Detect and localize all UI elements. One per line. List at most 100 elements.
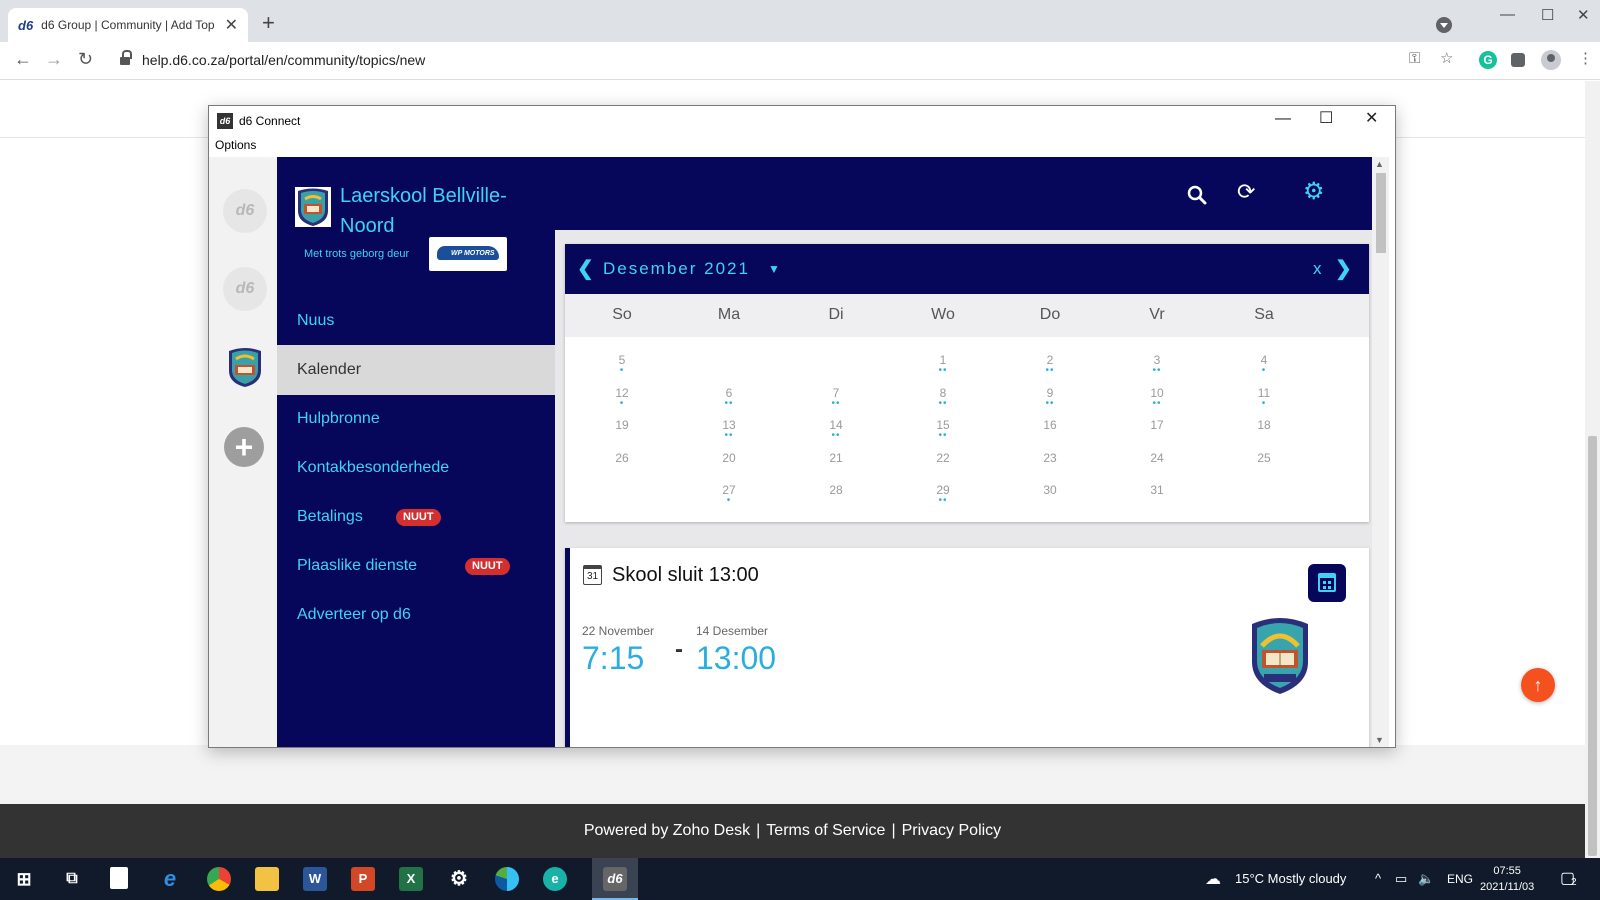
tray-chevron-up-icon[interactable]: ^ — [1375, 871, 1381, 886]
page-scrollbar[interactable] — [1585, 81, 1600, 858]
calendar-month-label[interactable]: Desember 2021 — [603, 259, 750, 279]
tab-close-icon[interactable]: ✕ — [225, 15, 238, 35]
calendar-day[interactable]: 1 •• — [888, 353, 998, 376]
close-icon[interactable]: ✕ — [1577, 6, 1590, 24]
search-icon[interactable] — [1187, 185, 1207, 205]
window-minimize-icon[interactable]: — — [1275, 111, 1291, 127]
calendar-day[interactable]: 3 •• — [1102, 353, 1212, 376]
language-indicator[interactable]: ENG — [1447, 872, 1473, 886]
calendar-day[interactable]: 30 — [995, 483, 1105, 504]
calendar-day[interactable]: 26 — [567, 451, 677, 472]
footer-powered-link[interactable]: Powered by Zoho Desk — [584, 822, 750, 839]
calendar-day[interactable]: 21 — [781, 451, 891, 472]
nav-item-plaaslike-dienste[interactable]: Plaaslike dienste NUUT — [277, 541, 555, 591]
calendar-day[interactable]: 10 •• — [1102, 386, 1212, 409]
sponsor-logo[interactable]: WP MOTORS — [429, 237, 507, 271]
extensions-puzzle-icon[interactable] — [1511, 53, 1525, 67]
nav-item-kontakbesonderhede[interactable]: Kontakbesonderhede — [277, 443, 555, 493]
calendar-day[interactable]: 23 — [995, 451, 1105, 472]
calendar-day[interactable]: 11 • — [1209, 386, 1319, 409]
back-arrow-icon[interactable]: ← — [14, 50, 32, 68]
calendar-day[interactable]: 15 •• — [888, 418, 998, 441]
weather-text[interactable]: 15°C Mostly cloudy — [1235, 871, 1346, 886]
chevron-down-icon[interactable]: ▼ — [768, 262, 780, 276]
nav-item-betalings[interactable]: Betalings NUUT — [277, 492, 555, 542]
forward-arrow-icon[interactable]: → — [45, 50, 63, 68]
file-icon[interactable] — [110, 867, 128, 889]
calendar-day[interactable]: 31 — [1102, 483, 1212, 504]
star-icon[interactable]: ☆ — [1440, 51, 1453, 66]
weather-cloud-icon[interactable]: ☁ — [1205, 869, 1221, 889]
grammarly-icon[interactable]: G — [1479, 51, 1497, 69]
page-scrollbar-thumb[interactable] — [1588, 436, 1597, 856]
event-card[interactable]: 31 Skool sluit 13:00 22 November 7:15 - … — [565, 548, 1369, 747]
calendar-day[interactable]: 13 •• — [674, 418, 784, 441]
calendar-day[interactable]: 4 • — [1209, 353, 1319, 376]
volume-icon[interactable]: 🔈 — [1418, 871, 1434, 887]
panel-scrollbar-thumb[interactable] — [1376, 173, 1386, 253]
calendar-day[interactable]: 19 — [567, 418, 677, 439]
calendar-day[interactable]: 29 •• — [888, 483, 998, 506]
lock-icon[interactable] — [120, 50, 132, 66]
nav-item-adverteer[interactable]: Adverteer op d6 — [277, 590, 555, 640]
refresh-icon[interactable]: ⟳ — [1237, 181, 1255, 203]
calendar-day[interactable]: 8 •• — [888, 386, 998, 409]
chevron-right-icon[interactable]: ❯ — [1335, 256, 1352, 281]
settings-icon[interactable]: ⚙ — [447, 867, 471, 891]
system-clock[interactable]: 07:55 2021/11/03 — [1480, 863, 1534, 895]
kebab-menu-icon[interactable]: ⋮ — [1578, 51, 1593, 66]
calendar-day[interactable]: 14 •• — [781, 418, 891, 441]
excel-icon[interactable]: X — [399, 867, 423, 891]
school-crest-icon[interactable] — [227, 347, 263, 387]
panel-scrollbar[interactable]: ▲ ▼ — [1372, 157, 1389, 747]
menu-options[interactable]: Options — [215, 138, 256, 152]
calendar-day[interactable]: 16 — [995, 418, 1105, 439]
word-icon[interactable]: W — [303, 867, 327, 891]
gear-icon[interactable]: ⚙ — [1303, 180, 1325, 204]
rail-d6-button[interactable]: d6 — [223, 189, 267, 233]
profile-avatar-icon[interactable] — [1541, 50, 1561, 70]
chrome-icon[interactable] — [207, 867, 231, 891]
scroll-down-icon[interactable]: ▼ — [1375, 735, 1384, 745]
calendar-day[interactable]: 9 •• — [995, 386, 1105, 409]
calendar-day[interactable]: 24 — [1102, 451, 1212, 472]
app-e-icon[interactable]: e — [543, 867, 567, 891]
address-bar[interactable]: help.d6.co.za/portal/en/community/topics… — [142, 52, 425, 68]
calendar-day[interactable]: 20 — [674, 451, 784, 472]
add-to-calendar-button[interactable] — [1308, 564, 1346, 602]
minimize-icon[interactable]: — — [1500, 6, 1515, 23]
add-school-icon[interactable]: + — [224, 427, 264, 467]
edge-icon[interactable] — [495, 867, 519, 891]
calendar-day[interactable]: 22 — [888, 451, 998, 472]
window-maximize-icon[interactable]: ☐ — [1319, 111, 1333, 127]
calendar-day[interactable]: 5 • — [567, 353, 677, 376]
scroll-up-icon[interactable]: ▲ — [1375, 159, 1384, 169]
calendar-day[interactable]: 6 •• — [674, 386, 784, 409]
calendar-day[interactable]: 12 • — [567, 386, 677, 409]
task-view-icon[interactable]: ⧉ — [60, 867, 84, 891]
new-tab-icon[interactable]: + — [262, 12, 275, 34]
maximize-icon[interactable]: ☐ — [1541, 6, 1554, 24]
nav-item-kalender[interactable]: Kalender — [277, 345, 555, 395]
calendar-close-button[interactable]: x — [1313, 259, 1322, 279]
browser-tab[interactable]: d6 d6 Group | Community | Add Top ✕ — [8, 8, 248, 42]
calendar-day[interactable]: 2 •• — [995, 353, 1105, 376]
scroll-to-top-icon[interactable]: ↑ — [1521, 668, 1555, 702]
nav-item-nuus[interactable]: Nuus — [277, 296, 555, 346]
powerpoint-icon[interactable]: P — [351, 867, 375, 891]
calendar-day[interactable]: 27 • — [674, 483, 784, 506]
window-close-icon[interactable]: ✕ — [1365, 111, 1378, 127]
calendar-day[interactable]: 7 •• — [781, 386, 891, 409]
network-icon[interactable]: ▭ — [1395, 871, 1407, 887]
key-icon[interactable]: ⚿ — [1409, 51, 1420, 66]
calendar-day[interactable]: 28 — [781, 483, 891, 504]
window-titlebar[interactable]: d6 d6 Connect — ☐ ✕ — [209, 106, 1395, 136]
calendar-day[interactable]: 18 — [1209, 418, 1319, 439]
nav-item-hulpbronne[interactable]: Hulpbronne — [277, 394, 555, 444]
file-explorer-icon[interactable] — [255, 867, 279, 891]
footer-privacy-link[interactable]: Privacy Policy — [902, 822, 1002, 839]
calendar-day[interactable]: 25 — [1209, 451, 1319, 472]
windows-start-icon[interactable]: ⊞ — [12, 867, 36, 891]
d6-taskbar-button[interactable]: d6 — [592, 858, 638, 900]
rail-d6-button[interactable]: d6 — [223, 267, 267, 311]
